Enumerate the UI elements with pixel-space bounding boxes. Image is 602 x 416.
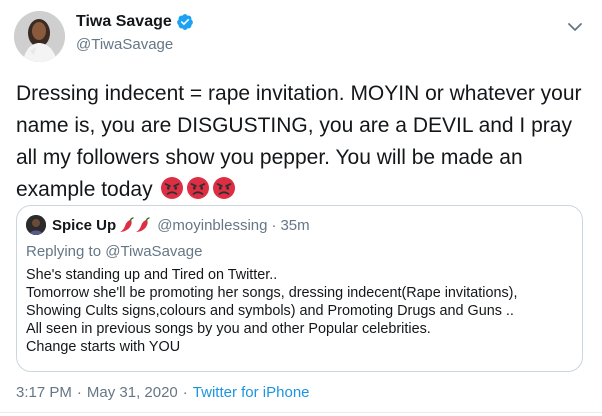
quoted-author-avatar[interactable]: [26, 215, 46, 235]
chevron-down-icon: [568, 22, 582, 31]
separator-dot: ·: [182, 384, 188, 401]
chili-pepper-emoji-icon: [120, 217, 134, 232]
quoted-text-line: Showing Cults signs,colours and symbols)…: [26, 303, 514, 319]
verified-badge-icon: [176, 14, 193, 30]
separator-dot: ·: [76, 384, 82, 401]
tweet-card: Tiwa Savage @TiwaSavage Dressing indecen…: [0, 0, 602, 416]
angry-face-emoji-icon: [187, 177, 210, 199]
separator-dot: ·: [271, 216, 277, 234]
tweet-text-content: Dressing indecent = rape invitation. MOY…: [16, 82, 582, 201]
profile-photo-icon: [14, 11, 65, 62]
angry-face-emoji-icon: [161, 177, 184, 199]
quoted-text-line: All seen in previous songs by you and ot…: [26, 321, 431, 337]
divider: [0, 412, 602, 413]
tweet-time[interactable]: 3:17 PM: [16, 384, 72, 401]
angry-face-emoji-icon: [213, 177, 236, 199]
tweet-text: Dressing indecent = rape invitation. MOY…: [16, 78, 591, 206]
quoted-text-line: Tomorrow she'll be promoting her songs, …: [26, 285, 518, 301]
quoted-tweet[interactable]: Spice Up @moyinblessing · 35m Replying t…: [16, 205, 583, 372]
chili-emoji-group: [119, 217, 151, 233]
quoted-display-name[interactable]: Spice Up: [52, 217, 116, 234]
more-options-button[interactable]: [565, 17, 585, 37]
tweet-date[interactable]: May 31, 2020: [87, 384, 178, 401]
author-name-row: Tiwa Savage: [76, 13, 194, 31]
replying-to-mention[interactable]: @TiwaSavage: [105, 243, 202, 260]
replying-to-line: Replying to @TiwaSavage: [26, 243, 202, 260]
profile-photo-icon: [26, 215, 46, 235]
quoted-timestamp[interactable]: 35m: [280, 217, 309, 234]
tweet-source-link[interactable]: Twitter for iPhone: [193, 384, 310, 401]
author-display-name[interactable]: Tiwa Savage: [76, 13, 172, 31]
author-avatar[interactable]: [14, 11, 65, 62]
chili-pepper-emoji-icon: [136, 217, 150, 232]
quoted-tweet-header: Spice Up @moyinblessing · 35m: [26, 215, 310, 235]
author-handle[interactable]: @TiwaSavage: [76, 36, 173, 53]
angry-emoji-group: [160, 176, 238, 200]
quoted-text-line: She's standing up and Tired on Twitter..: [26, 267, 278, 283]
tweet-metadata: 3:17 PM · May 31, 2020 · Twitter for iPh…: [16, 384, 310, 401]
quoted-text-line: Change starts with YOU: [26, 339, 181, 355]
quoted-tweet-text: She's standing up and Tired on Twitter..…: [26, 266, 576, 356]
replying-to-label: Replying to: [26, 243, 102, 260]
quoted-handle[interactable]: @moyinblessing: [157, 217, 267, 234]
